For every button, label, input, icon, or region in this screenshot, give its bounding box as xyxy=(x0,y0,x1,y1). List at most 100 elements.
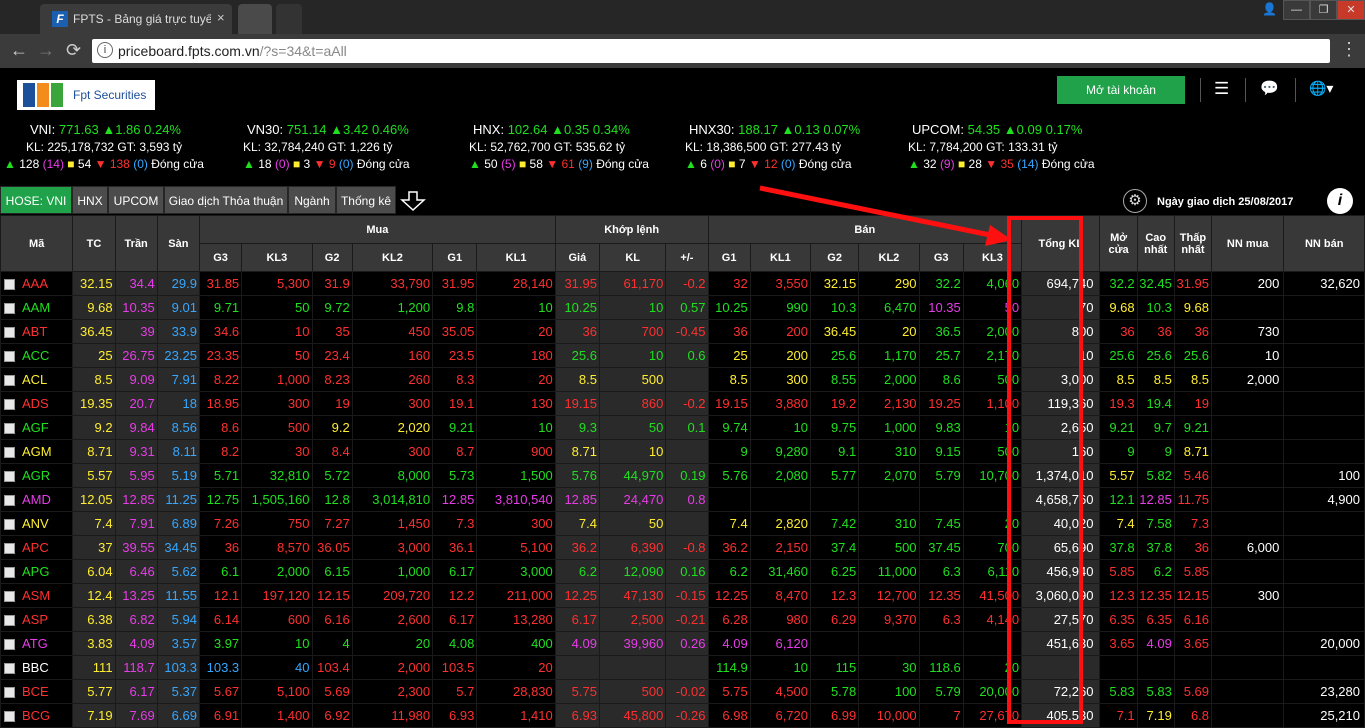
bid-g2[interactable]: 6.16 xyxy=(311,607,353,632)
ask-kl1[interactable]: 10 xyxy=(749,655,812,680)
col-mua-kl3[interactable]: KL3 xyxy=(241,243,313,272)
watch-checkbox[interactable] xyxy=(4,351,15,363)
col-mo-cua[interactable]: Mở cửa xyxy=(1099,215,1138,272)
site-info-icon[interactable]: i xyxy=(97,42,113,58)
symbol-cell[interactable]: ACC xyxy=(0,343,74,368)
ask-g3[interactable]: 9.15 xyxy=(918,439,964,464)
ask-kl2[interactable]: 310 xyxy=(858,511,920,536)
ask-g1[interactable]: 5.75 xyxy=(707,679,751,704)
watch-checkbox[interactable] xyxy=(4,399,15,411)
bid-g2[interactable]: 5.69 xyxy=(311,679,353,704)
ask-kl2[interactable] xyxy=(858,631,920,656)
bid-g3[interactable]: 6.1 xyxy=(198,559,243,584)
watch-checkbox[interactable] xyxy=(4,471,15,483)
col-ban-g2[interactable]: G2 xyxy=(810,243,860,272)
bid-kl2[interactable]: 8,000 xyxy=(351,463,434,488)
col-mua-g3[interactable]: G3 xyxy=(198,243,243,272)
bid-g3[interactable]: 34.6 xyxy=(198,319,243,344)
symbol-cell[interactable]: ACL xyxy=(0,367,74,392)
bid-kl2[interactable]: 11,980 xyxy=(351,703,434,728)
ask-kl1[interactable]: 3,550 xyxy=(749,271,812,296)
ask-g1[interactable]: 10.25 xyxy=(707,295,751,320)
ask-kl2[interactable]: 12,700 xyxy=(858,583,920,608)
watch-checkbox[interactable] xyxy=(4,303,15,315)
bid-g2[interactable]: 19 xyxy=(311,391,353,416)
ask-g2[interactable]: 10.3 xyxy=(810,295,860,320)
bid-kl3[interactable]: 50 xyxy=(241,295,313,320)
symbol[interactable]: ATG xyxy=(22,636,48,651)
bid-kl3[interactable]: 1,400 xyxy=(241,703,313,728)
bid-kl1[interactable]: 20 xyxy=(476,319,556,344)
close-window-button[interactable]: ✕ xyxy=(1337,0,1365,20)
minimize-button[interactable]: — xyxy=(1283,0,1310,20)
bid-kl1[interactable]: 1,500 xyxy=(476,463,556,488)
bid-kl2[interactable]: 3,000 xyxy=(351,535,434,560)
symbol-cell[interactable]: ABT xyxy=(0,319,74,344)
symbol-cell[interactable]: APG xyxy=(0,559,74,584)
settings-gear-icon[interactable]: ⚙ xyxy=(1123,189,1147,213)
download-arrow-icon[interactable] xyxy=(400,190,428,212)
bid-g1[interactable]: 12.85 xyxy=(432,487,478,512)
bid-g3[interactable]: 6.14 xyxy=(198,607,243,632)
bid-kl2[interactable]: 450 xyxy=(351,319,434,344)
ask-g1[interactable]: 7.4 xyxy=(707,511,751,536)
ask-kl1[interactable]: 8,470 xyxy=(749,583,812,608)
tab-giao-dich-thoa-thuan[interactable]: Giao dịch Thỏa thuận xyxy=(164,186,288,214)
ask-kl2[interactable]: 1,170 xyxy=(858,343,920,368)
bid-g1[interactable]: 31.95 xyxy=(432,271,478,296)
bid-kl1[interactable]: 211,000 xyxy=(476,583,556,608)
table-row[interactable]: BCG 7.19 7.69 6.69 6.91 1,400 6.92 11,980 6.93 1,… xyxy=(0,703,1365,728)
tab-hose-vni[interactable]: HOSE: VNI xyxy=(0,186,72,214)
col-ban-kl1[interactable]: KL1 xyxy=(749,243,812,272)
symbol[interactable]: APG xyxy=(22,564,49,579)
bid-kl3[interactable]: 32,810 xyxy=(241,463,313,488)
col-ban-g3[interactable]: G3 xyxy=(918,243,964,272)
ask-g3[interactable]: 7.45 xyxy=(918,511,964,536)
bid-g1[interactable]: 6.93 xyxy=(432,703,478,728)
table-row[interactable]: ABT 36.45 39 33.9 34.6 10 35 450 35.05 20 36 700 -0.… xyxy=(0,319,1365,344)
bid-g1[interactable]: 36.1 xyxy=(432,535,478,560)
ask-kl2[interactable]: 10,000 xyxy=(858,703,920,728)
ask-g1[interactable]: 12.25 xyxy=(707,583,751,608)
ask-g1[interactable]: 32 xyxy=(707,271,751,296)
bid-kl3[interactable]: 750 xyxy=(241,511,313,536)
ask-kl1[interactable]: 990 xyxy=(749,295,812,320)
bid-kl1[interactable]: 10 xyxy=(476,295,556,320)
bid-g3[interactable]: 5.67 xyxy=(198,679,243,704)
symbol[interactable]: ACL xyxy=(22,372,47,387)
ask-kl1[interactable]: 200 xyxy=(749,319,812,344)
bid-kl1[interactable]: 180 xyxy=(476,343,556,368)
watch-checkbox[interactable] xyxy=(4,615,15,627)
ask-g3[interactable]: 6.3 xyxy=(918,607,964,632)
ask-kl2[interactable]: 2,000 xyxy=(858,367,920,392)
bid-kl2[interactable]: 33,790 xyxy=(351,271,434,296)
col-tran[interactable]: Trần xyxy=(114,215,158,272)
watch-checkbox[interactable] xyxy=(4,519,15,531)
bid-kl2[interactable]: 2,000 xyxy=(351,655,434,680)
ask-g2[interactable]: 36.45 xyxy=(810,319,860,344)
watch-checkbox[interactable] xyxy=(4,423,15,435)
col-mua-g1[interactable]: G1 xyxy=(432,243,478,272)
ask-g2[interactable]: 7.42 xyxy=(810,511,860,536)
watch-checkbox[interactable] xyxy=(4,327,15,339)
back-icon[interactable]: ← xyxy=(10,40,28,61)
watch-checkbox[interactable] xyxy=(4,447,15,459)
bid-kl1[interactable]: 900 xyxy=(476,439,556,464)
ask-g2[interactable]: 115 xyxy=(810,655,860,680)
ask-g1[interactable]: 5.76 xyxy=(707,463,751,488)
bid-kl2[interactable]: 20 xyxy=(351,631,434,656)
ask-g2[interactable]: 6.99 xyxy=(810,703,860,728)
bid-kl1[interactable]: 400 xyxy=(476,631,556,656)
table-row[interactable]: AAA 32.15 34.4 29.9 31.85 5,300 31.9 33,790 31.9… xyxy=(0,271,1365,296)
bid-kl3[interactable]: 30 xyxy=(241,439,313,464)
ask-g1[interactable]: 8.5 xyxy=(707,367,751,392)
ask-kl1[interactable]: 2,150 xyxy=(749,535,812,560)
col-mua-g2[interactable]: G2 xyxy=(311,243,353,272)
watch-checkbox[interactable] xyxy=(4,687,15,699)
ask-kl2[interactable]: 11,000 xyxy=(858,559,920,584)
col-mua-kl2[interactable]: KL2 xyxy=(351,243,434,272)
bid-g1[interactable]: 23.5 xyxy=(432,343,478,368)
browser-tab-2[interactable] xyxy=(238,4,272,34)
bid-kl3[interactable]: 50 xyxy=(241,343,313,368)
table-row[interactable]: ACL 8.5 9.09 7.91 8.22 1,000 8.23 260 8.3 20 8.5 50… xyxy=(0,367,1365,392)
